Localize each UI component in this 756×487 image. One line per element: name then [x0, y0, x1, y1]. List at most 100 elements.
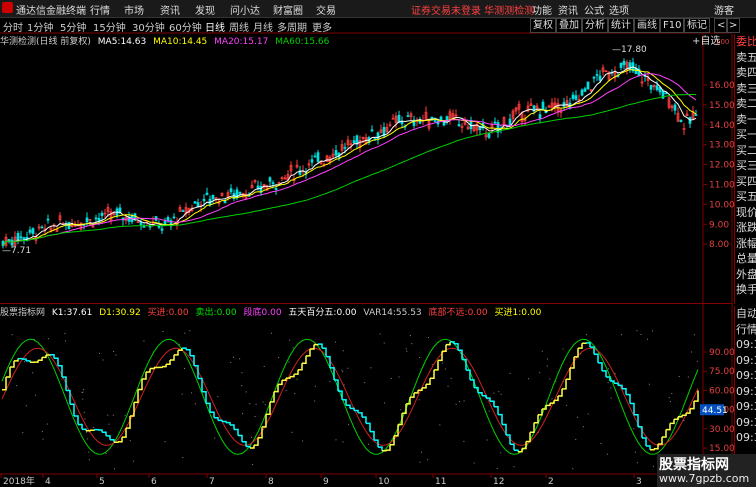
candle-body	[595, 74, 599, 76]
ind-dot	[427, 459, 429, 461]
menu-item-formula[interactable]: 公式	[584, 2, 604, 17]
period-tab-15min[interactable]: 15分钟	[93, 19, 126, 34]
period-tab-timeshare[interactable]: 分时	[3, 19, 23, 34]
ind-dot	[683, 420, 685, 422]
ind-dot	[500, 393, 502, 395]
login-notice[interactable]: 证券交易未登录 华测测检测	[411, 2, 534, 17]
candle-body	[310, 159, 314, 163]
menu-item-function[interactable]: 功能	[532, 2, 552, 17]
sidebar-item: 买一	[736, 128, 756, 141]
menu-item-info[interactable]: 资讯	[558, 2, 578, 17]
menu-item-wealth[interactable]: 财富圈	[273, 2, 303, 17]
menu-item-ask[interactable]: 问小达	[230, 2, 260, 17]
ind-dot	[528, 378, 530, 380]
ind-dot	[572, 468, 574, 470]
indicator-name[interactable]: 股票指标网	[0, 308, 45, 318]
overlay-button[interactable]: 叠加	[556, 18, 582, 33]
ind-dot	[406, 350, 408, 352]
ind-dot	[82, 398, 84, 400]
statistics-button[interactable]: 统计	[608, 18, 634, 33]
ind-dot	[400, 409, 402, 411]
nav-next-button[interactable]: >	[726, 18, 741, 33]
candle-body	[355, 135, 359, 145]
menu-item-quote[interactable]: 行情	[90, 2, 110, 17]
draw-line-button[interactable]: 画线	[634, 18, 660, 33]
ma10-value: 14.45	[181, 37, 208, 47]
candle-body	[508, 118, 512, 127]
add-watchlist-button[interactable]: +自选	[690, 35, 722, 48]
menu-item-news[interactable]: 资讯	[160, 2, 180, 17]
buy1-value: 0.00	[521, 308, 542, 318]
ind-tick-label: 15.00	[709, 444, 735, 454]
mark-button[interactable]: 标记	[684, 18, 710, 33]
ind-dot	[164, 441, 166, 443]
wt-label: 五天百分五:	[288, 308, 337, 318]
ind-dot	[105, 453, 107, 455]
ind-k-step	[130, 402, 135, 417]
ind-k-step	[482, 394, 487, 399]
ind-k-step	[382, 450, 387, 452]
candle-body	[493, 121, 497, 124]
period-tab-5min[interactable]: 5分钟	[60, 19, 86, 34]
price-tick-label: 11.00	[709, 181, 735, 191]
candle-body	[166, 217, 170, 222]
ind-dot	[293, 373, 295, 375]
ind-k-step	[418, 387, 423, 392]
x-tick-label: 7	[209, 477, 215, 487]
candle-body	[334, 150, 338, 156]
ind-dot	[389, 442, 391, 444]
menu-item-trade[interactable]: 交易	[316, 2, 336, 17]
ind-dot	[124, 415, 126, 417]
restore-rights-button[interactable]: 复权	[530, 18, 556, 33]
period-tab-weekly[interactable]: 周线	[229, 19, 249, 34]
wt-item: 五天百分五:0.00	[288, 308, 356, 318]
user-label[interactable]: 游客	[714, 2, 734, 17]
ma60-value: 15.66	[303, 37, 330, 47]
ind-dot	[370, 367, 372, 369]
sidebar-item[interactable]: 行情	[735, 322, 756, 338]
ind-k-step	[614, 382, 619, 386]
watermark-title: 股票指标网	[659, 457, 729, 473]
kline-chart-canvas[interactable]: 16.00 15.00 14.00 13.00 12.00 11.00 10.00 9.00 8…	[0, 0, 756, 487]
ma5-line	[2, 66, 697, 247]
ind-dot	[82, 388, 84, 390]
ind-k-step	[214, 417, 219, 421]
ind-k-step	[42, 355, 47, 359]
period-tab-monthly[interactable]: 月线	[253, 19, 273, 34]
period-tab-more[interactable]: 更多	[312, 19, 332, 34]
ind-dot	[582, 426, 584, 428]
menu-item-discover[interactable]: 发现	[195, 2, 215, 17]
ind-dot	[162, 331, 164, 333]
period-tab-1min[interactable]: 1分钟	[27, 19, 53, 34]
candle-body	[100, 212, 104, 216]
menu-item-options[interactable]: 选项	[609, 2, 629, 17]
var-value: 55.53	[395, 308, 422, 318]
menu-item-market[interactable]: 市场	[124, 2, 144, 17]
period-tab-daily[interactable]: 日线	[205, 19, 225, 34]
x-tick-label: 6	[151, 477, 157, 487]
sidebar-item: 买四	[736, 174, 756, 188]
ind-k-step	[470, 379, 475, 388]
ind-k-step	[226, 421, 231, 425]
period-tab-60min[interactable]: 60分钟	[169, 19, 202, 34]
analysis-button[interactable]: 分析	[582, 18, 608, 33]
ind-k-step	[158, 366, 163, 369]
sidebar-item: 总量	[736, 252, 756, 265]
ind-dot	[23, 361, 25, 363]
ind-k-step	[446, 341, 451, 346]
ind-k-step	[362, 416, 367, 424]
f10-button[interactable]: F10	[660, 18, 685, 33]
ind-k-step	[502, 423, 507, 435]
ind-k-step	[466, 369, 471, 380]
ind-k-step	[674, 416, 679, 420]
period-tab-30min[interactable]: 30分钟	[132, 19, 165, 34]
price-tick-label: 9.00	[709, 220, 729, 230]
ind-k-step	[314, 343, 319, 346]
ind-dot	[83, 411, 85, 413]
ind-dot	[358, 412, 360, 414]
ind-dot	[463, 400, 465, 402]
ind-dot	[64, 332, 66, 334]
sidebar-item[interactable]: 自动	[735, 306, 756, 322]
sidebar-item: 涨跌	[736, 221, 756, 234]
period-tab-multi[interactable]: 多周期	[277, 19, 307, 34]
